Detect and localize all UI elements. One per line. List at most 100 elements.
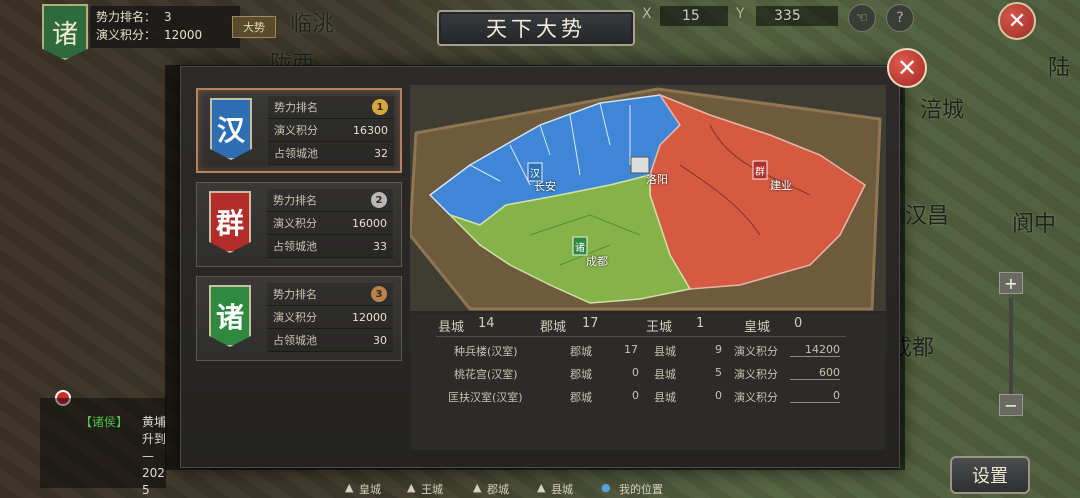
city-luoyang[interactable]: 洛阳 [646, 171, 668, 187]
map-label-langzhong: 阆中 [1012, 212, 1057, 237]
cities-value: 33 [373, 239, 387, 253]
alliance-name: 桃花宫(汉室) [454, 368, 518, 381]
score-value: 12000 [164, 28, 203, 42]
pref-label: 郡城 [570, 368, 592, 381]
legend-pref-icon: ▲ [473, 481, 482, 494]
faction-card-qun[interactable]: 群 势力排名 2 演义积分 16000 占领城池 33 [196, 182, 402, 267]
legend-king: 王城 [421, 483, 443, 496]
alliance-row[interactable]: 桃花宫(汉室) 郡城 0 县城 5 演义积分 600 [410, 366, 886, 386]
rank-label: 势力排名 [273, 288, 317, 301]
close-icon: ✕ [1007, 8, 1027, 34]
faction-card-zhu[interactable]: 诸 势力排名 3 演义积分 12000 占领城池 30 [196, 276, 402, 361]
zoom-in-button[interactable]: + [999, 272, 1023, 294]
hand-icon[interactable]: ☜ [848, 4, 876, 32]
city-flag-jianye: 群 [755, 167, 765, 178]
close-map-button[interactable]: ✕ [998, 2, 1036, 40]
zoom-track[interactable] [1009, 298, 1013, 394]
settings-button[interactable]: 设置 [950, 456, 1030, 494]
alliance-row[interactable]: 种兵楼(汉室) 郡城 17 县城 9 演义积分 14200 [410, 343, 886, 363]
cities-label: 占领城池 [273, 240, 317, 253]
map-legend: ▲ 皇城 ▲ 王城 ▲ 郡城 ▲ 县城 ● 我的位置 [345, 478, 705, 498]
cities-value: 32 [374, 146, 388, 160]
pref-value: 17 [624, 343, 638, 356]
rank-label: 势力排名 [273, 194, 317, 207]
player-faction-emblem[interactable]: 诸 [42, 4, 88, 60]
county-count: 14 [478, 316, 495, 331]
x-coordinate-field[interactable]: 15 [660, 6, 728, 26]
imperial-count: 0 [794, 316, 803, 331]
faction-glyph: 诸 [215, 301, 244, 334]
county-label: 县城 [654, 345, 676, 358]
pref-label: 郡城 [570, 345, 592, 358]
prefecture-count: 17 [582, 316, 599, 331]
zoom-control[interactable]: + − [999, 272, 1023, 422]
zoom-out-button[interactable]: − [999, 394, 1023, 416]
cities-label: 占领城池 [274, 147, 318, 160]
emblem-glyph: 诸 [51, 19, 78, 50]
county-label: 县城 [438, 320, 465, 335]
modal-title: 天下大势 [437, 10, 635, 46]
trend-button[interactable]: 大势 [232, 16, 276, 38]
cities-value: 30 [373, 333, 387, 347]
chat-line-1: 黄埔 [142, 415, 167, 429]
chat-message: 黄埔 升到 —202 5 [142, 414, 166, 498]
stats-panel: 县城 14 郡城 17 王城 1 皇城 0 种兵楼(汉室) 郡城 17 县城 9… [410, 313, 886, 450]
city-chengdu[interactable]: 成都 [586, 253, 608, 269]
faction-card-han[interactable]: 汉 势力排名 1 演义积分 16300 占领城池 32 [196, 88, 402, 173]
score-value: 0 [790, 389, 840, 403]
alliance-row[interactable]: 匡扶汉室(汉室) 郡城 0 县城 0 演义积分 0 [410, 389, 886, 409]
pref-value: 0 [632, 366, 639, 379]
x-label: X [642, 6, 652, 22]
city-changan[interactable]: 长安 [534, 178, 556, 194]
city-jianye[interactable]: 建业 [770, 177, 792, 193]
chat-channel-tag: 【诸侯】 [80, 415, 129, 429]
help-icon[interactable]: ? [886, 4, 914, 32]
player-info-panel: 势力排名： 3 演义积分： 12000 [90, 6, 240, 48]
county-label: 县城 [654, 368, 676, 381]
kingcity-count: 1 [696, 316, 705, 331]
map-label-lu: 陆 [1048, 56, 1071, 81]
legend-imperial: 皇城 [359, 483, 381, 496]
score-value: 12000 [352, 310, 387, 324]
territory-map[interactable]: 汉 长安 洛阳 群 建业 诸 成都 [410, 85, 886, 311]
rank-medal-icon: 3 [371, 286, 387, 302]
pref-value: 0 [632, 389, 639, 402]
y-value: 335 [774, 8, 801, 24]
legend-county: 县城 [551, 483, 573, 496]
faction-glyph: 群 [215, 207, 244, 240]
alliance-name: 匡扶汉室(汉室) [448, 391, 523, 404]
chat-panel[interactable]: 【诸侯】 黄埔 升到 —202 5 [40, 398, 166, 497]
y-coordinate-field[interactable]: 335 [756, 6, 838, 26]
county-value: 0 [715, 389, 722, 402]
rank-value: 3 [164, 10, 172, 24]
rank-medal-icon: 2 [371, 192, 387, 208]
prefecture-label: 郡城 [540, 320, 567, 335]
x-value: 15 [682, 8, 700, 24]
city-flag-chengdu: 诸 [575, 243, 585, 254]
score-label: 演义积分 [734, 368, 778, 381]
chat-line-3: —202 [142, 449, 165, 480]
score-value: 16000 [352, 216, 387, 230]
faction-banner-zhu: 诸 [209, 285, 251, 347]
modal-close-button[interactable]: ✕ [887, 48, 927, 88]
location-pin-icon: ● [601, 481, 611, 494]
score-label: 演义积分： [96, 28, 157, 42]
score-label: 演义积分 [734, 345, 778, 358]
pref-label: 郡城 [570, 391, 592, 404]
map-label-hanchang: 汉昌 [905, 204, 950, 229]
county-value: 5 [715, 366, 722, 379]
summary-row: 县城 14 郡城 17 王城 1 皇城 0 [410, 316, 886, 338]
map-label-fucheng: 涪城 [920, 98, 965, 123]
y-label: Y [736, 6, 745, 22]
faction-banner-qun: 群 [209, 191, 251, 253]
rank-label: 势力排名 [274, 101, 318, 114]
faction-glyph: 汉 [216, 114, 245, 147]
legend-pref: 郡城 [487, 483, 509, 496]
county-label: 县城 [654, 391, 676, 404]
county-value: 9 [715, 343, 722, 356]
score-label: 演义积分 [273, 311, 317, 324]
cities-label: 占领城池 [273, 334, 317, 347]
chat-line-2: 升到 [142, 432, 167, 446]
score-value: 16300 [353, 123, 388, 137]
legend-county-icon: ▲ [537, 481, 546, 494]
